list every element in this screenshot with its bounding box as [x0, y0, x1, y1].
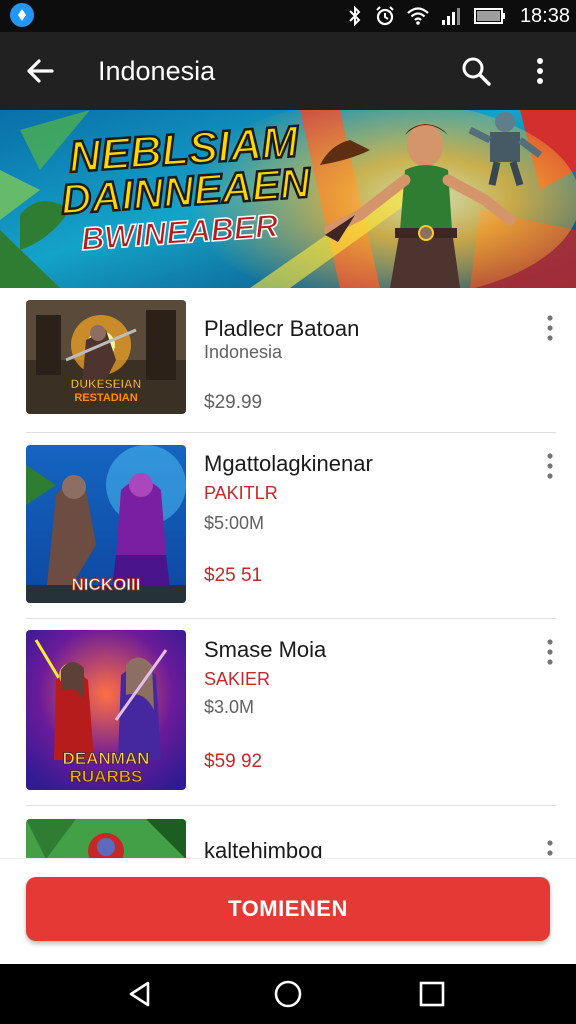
overflow-menu-icon[interactable]	[528, 53, 552, 89]
search-icon[interactable]	[458, 53, 494, 89]
nav-recents-icon[interactable]	[416, 978, 448, 1010]
thumbnail-caption: NICKOIII	[72, 575, 141, 594]
back-arrow-icon[interactable]	[22, 53, 58, 89]
list-item[interactable]: DEANMAN RUARBS Smase Moia SAKIER $3.0M $…	[0, 619, 576, 805]
alarm-icon	[376, 6, 394, 26]
game-downloads: $5:00M	[204, 513, 265, 533]
promo-banner[interactable]: NEBLSIAM DAINNEAEN BWINEABER	[0, 110, 576, 288]
status-time: 18:38	[519, 4, 570, 27]
list-item[interactable]: kaltehimbog	[0, 806, 576, 858]
nav-home-icon[interactable]	[272, 978, 304, 1010]
item-overflow-icon[interactable]	[538, 313, 562, 343]
svg-text:RESTADIAN: RESTADIAN	[74, 392, 137, 404]
system-nav-bar	[0, 964, 576, 1024]
bluetooth-icon	[349, 5, 361, 27]
nav-back-icon[interactable]	[124, 978, 156, 1010]
item-overflow-icon[interactable]	[538, 637, 562, 667]
app-bar: Indonesia	[0, 32, 576, 110]
battery-icon	[473, 8, 505, 24]
list-item[interactable]: DUKESEIAN RESTADIAN Pladlecr Batoan Indo…	[0, 288, 576, 432]
thumbnail-caption: DEANMAN	[63, 749, 150, 768]
game-region: Indonesia	[204, 342, 283, 362]
status-bar: 18:38	[0, 0, 576, 32]
notification-app-icon	[10, 3, 34, 27]
game-thumbnail[interactable]: DUKESEIAN RESTADIAN	[26, 300, 186, 414]
primary-action-button[interactable]: TOMIENEN	[26, 877, 550, 941]
game-downloads: $3.0M	[204, 697, 255, 717]
game-tag: PAKITLR	[204, 483, 278, 503]
game-list: DUKESEIAN RESTADIAN Pladlecr Batoan Indo…	[0, 288, 576, 858]
item-overflow-icon[interactable]	[538, 838, 562, 858]
game-price: $25 51	[204, 565, 263, 586]
thumbnail-caption: DUKESEIAN	[71, 377, 142, 391]
list-item[interactable]: NICKOIII Mgattolagkinenar PAKITLR $5:00M…	[0, 433, 576, 617]
item-overflow-icon[interactable]	[538, 451, 562, 481]
game-price: $59 92	[204, 751, 263, 772]
game-title: Smase Moia	[204, 637, 327, 662]
game-price: $29.99	[204, 392, 263, 413]
svg-text:RUARBS: RUARBS	[70, 767, 143, 786]
game-thumbnail[interactable]	[26, 819, 186, 858]
game-title: Pladlecr Batoan	[204, 316, 360, 341]
game-thumbnail[interactable]: DEANMAN RUARBS	[26, 630, 186, 790]
game-title: kaltehimbog	[204, 838, 323, 858]
game-tag: SAKIER	[204, 669, 271, 689]
banner-artwork: NEBLSIAM DAINNEAEN BWINEABER	[0, 110, 576, 288]
game-thumbnail[interactable]: NICKOIII	[26, 445, 186, 603]
wifi-icon	[407, 7, 429, 25]
bottom-action-bar: TOMIENEN	[0, 858, 576, 965]
game-title: Mgattolagkinenar	[204, 451, 373, 476]
page-title: Indonesia	[98, 56, 216, 86]
signal-icon	[441, 8, 460, 25]
